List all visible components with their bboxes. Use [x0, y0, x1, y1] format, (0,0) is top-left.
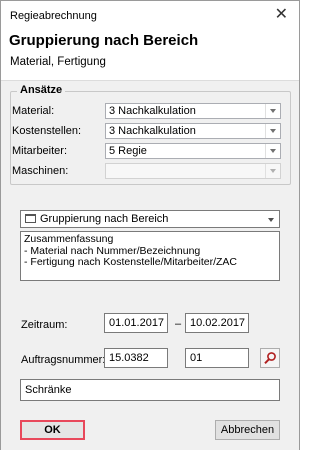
date-from-value: 01.01.2017 [109, 317, 165, 329]
chevron-down-icon[interactable] [265, 104, 280, 118]
material-select[interactable]: 3 Nachkalkulation [105, 103, 281, 119]
date-from-input[interactable]: 01.01.2017 [104, 313, 168, 333]
chevron-down-icon[interactable] [265, 124, 280, 138]
grouping-select[interactable]: Gruppierung nach Bereich [20, 210, 280, 228]
page-subtitle: Material, Fertigung [10, 56, 106, 68]
window-title: Regieabrechnung [10, 10, 97, 22]
order-number-input[interactable]: 15.0382 [104, 348, 168, 368]
page-title: Gruppierung nach Bereich [9, 32, 199, 49]
date-separator: – [175, 318, 182, 330]
order-sub-value: 01 [190, 352, 203, 364]
magnifier-icon [264, 352, 276, 364]
order-sub-input[interactable]: 01 [185, 348, 249, 368]
summary-box: Zusammenfassung - Material nach Nummer/B… [20, 231, 280, 281]
search-button[interactable] [260, 348, 280, 368]
description-field[interactable]: Schränke [20, 379, 280, 401]
description-value: Schränke [25, 384, 72, 396]
ok-button[interactable]: OK [20, 420, 85, 440]
dialog-body: Ansätze Material: 3 Nachkalkulation Kost… [1, 80, 299, 450]
date-to-input[interactable]: 10.02.2017 [185, 313, 249, 333]
grouping-value: Gruppierung nach Bereich [40, 213, 169, 225]
zeitraum-label: Zeitraum: [21, 319, 68, 331]
chevron-down-icon[interactable] [265, 164, 280, 178]
ansaetze-group: Ansätze Material: 3 Nachkalkulation Kost… [10, 84, 291, 185]
dialog-header: Gruppierung nach Bereich Material, Ferti… [1, 30, 299, 80]
maschinen-select[interactable] [105, 163, 281, 179]
order-number-value: 15.0382 [109, 352, 149, 364]
mitarbeiter-select[interactable]: 5 Regie [105, 143, 281, 159]
title-bar: Regieabrechnung ✕ [1, 1, 299, 30]
dialog-window: Regieabrechnung ✕ Gruppierung nach Berei… [0, 0, 300, 450]
mitarbeiter-label: Mitarbeiter: [12, 145, 68, 157]
close-icon[interactable]: ✕ [275, 5, 288, 25]
summary-line: - Fertigung nach Kostenstelle/Mitarbeite… [24, 256, 238, 268]
summary-line: Zusammenfassung [24, 233, 114, 245]
auftragsnummer-label: Auftragsnummer: [21, 354, 106, 366]
mitarbeiter-value: 5 Regie [109, 145, 147, 157]
material-label: Material: [12, 105, 55, 117]
kostenstellen-value: 3 Nachkalkulation [109, 125, 196, 137]
kostenstellen-label: Kostenstellen: [12, 125, 82, 137]
window-icon [25, 214, 36, 223]
cancel-button[interactable]: Abbrechen [215, 420, 280, 440]
date-to-value: 10.02.2017 [190, 317, 246, 329]
material-value: 3 Nachkalkulation [109, 105, 196, 117]
group-legend: Ansätze [17, 84, 66, 96]
kostenstellen-select[interactable]: 3 Nachkalkulation [105, 123, 281, 139]
maschinen-label: Maschinen: [12, 165, 69, 177]
chevron-down-icon[interactable] [265, 144, 280, 158]
